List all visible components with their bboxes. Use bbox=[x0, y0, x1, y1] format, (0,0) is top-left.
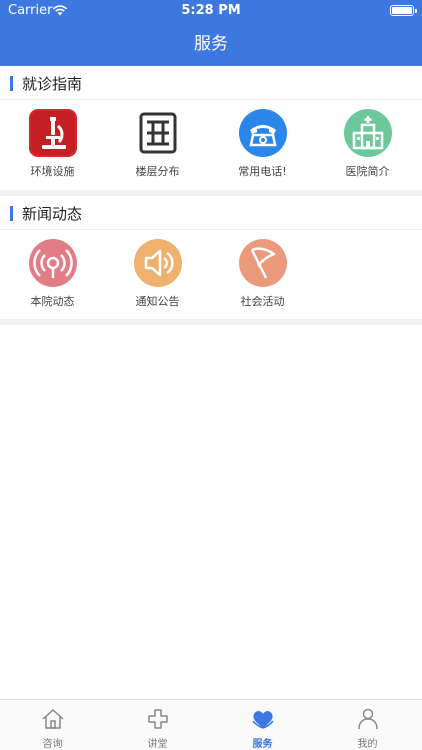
service-item-label: 楼层分布 bbox=[135, 165, 180, 178]
section-news: 新闻动态 本院动态 通知公告 社会活动 bbox=[0, 196, 422, 320]
tab-service[interactable]: 服务 bbox=[210, 700, 315, 750]
flag-icon bbox=[239, 239, 287, 287]
person-icon bbox=[358, 708, 378, 730]
telephone-icon bbox=[239, 109, 287, 157]
tab-label: 服务 bbox=[252, 739, 273, 750]
tab-mine[interactable]: 我的 bbox=[315, 700, 420, 750]
page-title: 服务 bbox=[194, 34, 228, 54]
news-item-label: 本院动态 bbox=[30, 295, 75, 308]
news-item-social-activities[interactable]: 社会活动 bbox=[210, 230, 315, 320]
service-grid: 环境设施 楼层分布 常用电话! 医院简介 bbox=[0, 100, 422, 190]
nav-bar: 服务 bbox=[0, 22, 422, 66]
section-header: 就诊指南 bbox=[0, 66, 422, 100]
section-accent-bar bbox=[10, 76, 13, 91]
section-divider bbox=[0, 319, 422, 325]
broadcast-icon bbox=[29, 239, 77, 287]
speaker-icon bbox=[134, 239, 182, 287]
status-time: 5:28 PM bbox=[181, 3, 241, 18]
service-item-hospital-intro[interactable]: 医院简介 bbox=[315, 100, 420, 190]
service-item-label: 医院简介 bbox=[345, 165, 390, 178]
news-item-label: 通知公告 bbox=[135, 295, 180, 308]
tab-label: 讲堂 bbox=[147, 739, 168, 750]
floor-plan-icon bbox=[134, 109, 182, 157]
service-item-floors[interactable]: 楼层分布 bbox=[105, 100, 210, 190]
tab-label: 咨询 bbox=[42, 739, 63, 750]
section-visit-guide: 就诊指南 环境设施 楼层分布 常用电话! 医院简介 bbox=[0, 66, 422, 190]
hospital-building-icon bbox=[344, 109, 392, 157]
tab-consult[interactable]: 咨询 bbox=[0, 700, 105, 750]
microscope-icon bbox=[29, 109, 77, 157]
heart-hands-icon bbox=[252, 711, 274, 729]
news-grid: 本院动态 通知公告 社会活动 bbox=[0, 230, 422, 320]
section-header: 新闻动态 bbox=[0, 196, 422, 230]
tab-label: 我的 bbox=[357, 739, 378, 750]
news-item-notices[interactable]: 通知公告 bbox=[105, 230, 210, 320]
service-item-environment[interactable]: 环境设施 bbox=[0, 100, 105, 190]
section-title: 新闻动态 bbox=[22, 205, 83, 223]
service-item-label: 环境设施 bbox=[30, 165, 75, 178]
section-title: 就诊指南 bbox=[22, 75, 83, 93]
cross-outline-icon bbox=[148, 709, 168, 729]
home-icon bbox=[42, 708, 64, 729]
status-bar: Carrier 5:28 PM bbox=[0, 0, 422, 22]
news-item-label: 社会活动 bbox=[240, 295, 285, 308]
tab-bar: 咨询 讲堂 服务 我的 bbox=[0, 699, 422, 750]
service-item-phones[interactable]: 常用电话! bbox=[210, 100, 315, 190]
service-item-label: 常用电话! bbox=[238, 165, 287, 178]
news-item-hospital-updates[interactable]: 本院动态 bbox=[0, 230, 105, 320]
battery-icon bbox=[390, 5, 417, 16]
tab-lecture[interactable]: 讲堂 bbox=[105, 700, 210, 750]
section-accent-bar bbox=[10, 206, 13, 221]
